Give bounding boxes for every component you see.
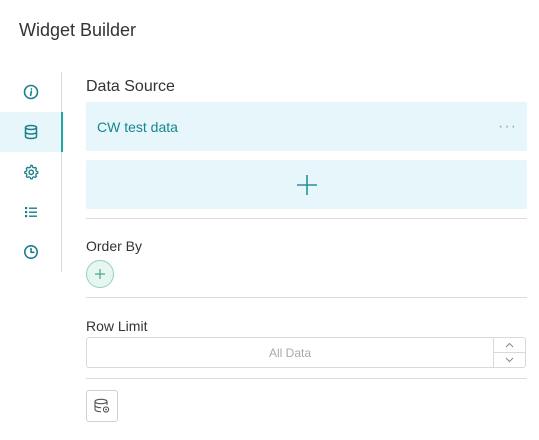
clock-icon	[24, 245, 38, 259]
data-source-label: Data Source	[86, 78, 175, 95]
plus-icon	[296, 174, 317, 195]
chevron-up-icon	[505, 342, 514, 348]
row-limit-label: Row Limit	[86, 318, 148, 334]
sidebar-item-schedule[interactable]	[0, 232, 62, 272]
stepper-controls	[493, 338, 525, 367]
database-settings-icon	[94, 398, 110, 413]
widget-builder-panel: Widget Builder Data Source CW test data …	[0, 0, 539, 440]
increment-button[interactable]	[494, 338, 525, 353]
gear-icon	[24, 164, 39, 180]
divider	[86, 297, 527, 298]
data-settings-button[interactable]	[86, 390, 118, 422]
row-limit-input[interactable]	[87, 338, 493, 367]
sidebar-item-settings[interactable]	[0, 152, 62, 192]
page-title: Widget Builder	[19, 20, 137, 40]
divider	[86, 218, 527, 219]
list-icon	[25, 207, 37, 218]
sidebar-item-info[interactable]	[0, 72, 62, 112]
sidebar	[0, 72, 63, 272]
plus-icon	[95, 269, 105, 279]
add-data-source-button[interactable]	[86, 160, 527, 209]
row-limit-stepper	[86, 337, 526, 368]
database-icon	[24, 124, 38, 140]
data-source-item[interactable]: CW test data ···	[86, 102, 527, 151]
sidebar-item-fields[interactable]	[0, 192, 62, 232]
sidebar-item-data[interactable]	[0, 112, 63, 152]
decrement-button[interactable]	[494, 353, 525, 367]
order-by-label: Order By	[86, 238, 143, 254]
info-icon	[23, 84, 39, 100]
divider	[86, 378, 527, 379]
chevron-down-icon	[505, 357, 514, 363]
data-source-name[interactable]: CW test data	[97, 119, 178, 135]
more-options-icon[interactable]: ···	[498, 118, 517, 136]
add-order-by-button[interactable]	[86, 260, 114, 288]
